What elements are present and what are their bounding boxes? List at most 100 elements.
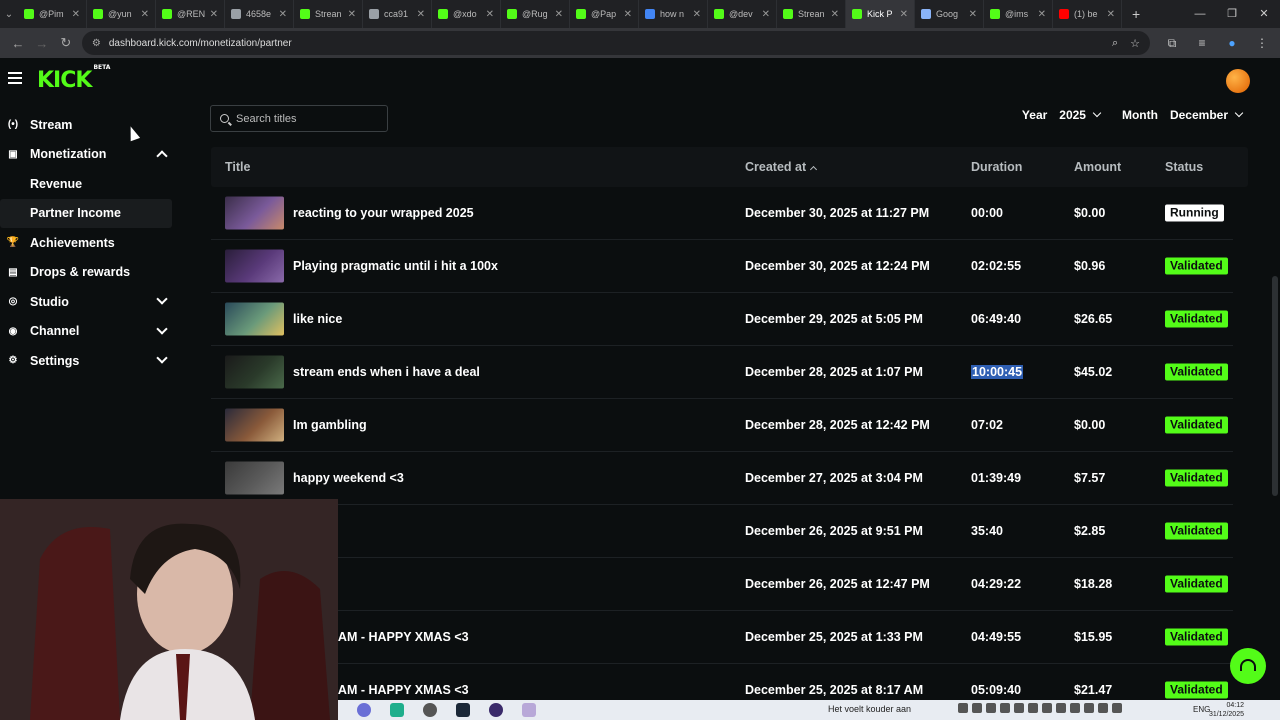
stream-title[interactable]: happy weekend <3: [293, 471, 404, 485]
search-input[interactable]: [236, 112, 376, 125]
taskbar-media-icon[interactable]: [489, 703, 503, 717]
stream-thumbnail[interactable]: [225, 408, 284, 442]
tab-search-icon[interactable]: ⌄: [0, 9, 18, 20]
forward-icon[interactable]: →: [30, 36, 54, 51]
year-select[interactable]: 2025: [1059, 108, 1102, 122]
tray-icon[interactable]: [1014, 703, 1024, 713]
stream-thumbnail[interactable]: [225, 461, 284, 495]
address-bar[interactable]: ⚙ dashboard.kick.com/monetization/partne…: [81, 31, 1150, 55]
month-select[interactable]: December: [1170, 108, 1244, 122]
tab-close-icon[interactable]: ✕: [417, 9, 425, 20]
browser-tab[interactable]: (1) be ✕: [1053, 0, 1122, 28]
sidebar-item-channel[interactable]: ◉ Channel: [0, 317, 180, 347]
stream-thumbnail[interactable]: [225, 355, 284, 389]
support-chat-button[interactable]: [1230, 648, 1266, 684]
sidebar-item-revenue[interactable]: Revenue: [0, 169, 180, 199]
new-tab-button[interactable]: +: [1132, 6, 1140, 22]
tray-icon[interactable]: [958, 703, 968, 713]
table-row[interactable]: reacting to your wrapped 2025 December 30…: [211, 187, 1233, 240]
header-amount[interactable]: Amount: [1074, 160, 1121, 174]
browser-tab[interactable]: @Pim ✕: [18, 0, 87, 28]
minimize-icon[interactable]: —: [1184, 0, 1216, 28]
close-window-icon[interactable]: ✕: [1248, 0, 1280, 28]
browser-tab[interactable]: Strean ✕: [294, 0, 363, 28]
table-row[interactable]: Y STREAM - HAPPY XMAS <3 December 25, 202…: [211, 611, 1233, 664]
browser-tab[interactable]: @xdo ✕: [432, 0, 501, 28]
table-row[interactable]: happy weekend <3 December 27, 2025 at 3:0…: [211, 452, 1233, 505]
media-icon[interactable]: ≡: [1190, 36, 1214, 51]
sidebar-item-achievements[interactable]: 🏆 Achievements: [0, 228, 180, 258]
browser-tab[interactable]: how n ✕: [639, 0, 708, 28]
sidebar-item-studio[interactable]: ◎ Studio: [0, 287, 180, 317]
browser-tab[interactable]: @REN ✕: [156, 0, 225, 28]
tab-close-icon[interactable]: ✕: [72, 9, 80, 20]
tab-close-icon[interactable]: ✕: [762, 9, 770, 20]
header-title[interactable]: Title: [225, 160, 250, 174]
tab-close-icon[interactable]: ✕: [1038, 9, 1046, 20]
header-created-at[interactable]: Created at: [745, 160, 818, 174]
taskbar-settings-icon[interactable]: [423, 703, 437, 717]
chevron-up-icon[interactable]: [156, 149, 168, 162]
sidebar-item-monetization[interactable]: ▣ Monetization: [0, 140, 180, 170]
avatar[interactable]: [1226, 69, 1250, 93]
taskbar-app-icon[interactable]: [390, 703, 404, 717]
table-row[interactable]: stream ends when i have a deal December 2…: [211, 346, 1233, 399]
tab-close-icon[interactable]: ✕: [693, 9, 701, 20]
tab-close-icon[interactable]: ✕: [348, 9, 356, 20]
profile-icon[interactable]: ●: [1220, 36, 1244, 51]
reload-icon[interactable]: ↻: [54, 35, 78, 51]
stream-thumbnail[interactable]: [225, 196, 284, 230]
clock[interactable]: 04:12 31/12/2025: [1209, 701, 1244, 719]
extensions-icon[interactable]: ⧉: [1160, 36, 1184, 51]
browser-tab[interactable]: @yun ✕: [87, 0, 156, 28]
browser-tab[interactable]: cca91 ✕: [363, 0, 432, 28]
browser-tab[interactable]: @Rug ✕: [501, 0, 570, 28]
search-box[interactable]: [210, 105, 388, 132]
tray-icon[interactable]: [986, 703, 996, 713]
stream-title[interactable]: Playing pragmatic until i hit a 100x: [293, 259, 498, 273]
bookmark-star-icon[interactable]: ☆: [1130, 37, 1140, 50]
tab-close-icon[interactable]: ✕: [486, 9, 494, 20]
browser-tab[interactable]: Goog ✕: [915, 0, 984, 28]
weather-text[interactable]: Het voelt kouder aan: [828, 704, 911, 714]
tray-icon[interactable]: [1084, 703, 1094, 713]
stream-title[interactable]: like nice: [293, 312, 342, 326]
page-scrollbar[interactable]: [1272, 276, 1278, 496]
table-row[interactable]: g ?December 26, 2025 at 12:47 PM04:29:22…: [211, 558, 1233, 611]
tray-icon[interactable]: [1000, 703, 1010, 713]
tray-icon[interactable]: [1042, 703, 1052, 713]
stream-title[interactable]: Im gambling: [293, 418, 367, 432]
table-row[interactable]: Playing pragmatic until i hit a 100x Dece…: [211, 240, 1233, 293]
tray-icon[interactable]: [1070, 703, 1080, 713]
tab-close-icon[interactable]: ✕: [900, 9, 908, 20]
menu-icon[interactable]: ⋮: [1250, 36, 1274, 51]
browser-tab[interactable]: Kick P ✕: [846, 0, 915, 28]
stream-title[interactable]: reacting to your wrapped 2025: [293, 206, 474, 220]
browser-tab[interactable]: @Pap ✕: [570, 0, 639, 28]
header-status[interactable]: Status: [1165, 160, 1203, 174]
restore-icon[interactable]: ❐: [1216, 0, 1248, 28]
tray-icon[interactable]: [1056, 703, 1066, 713]
taskbar-app-icon[interactable]: [522, 703, 536, 717]
tab-close-icon[interactable]: ✕: [969, 9, 977, 20]
stream-thumbnail[interactable]: [225, 249, 284, 283]
sidebar-item-partner-income[interactable]: Partner Income: [0, 198, 172, 228]
tray-icon[interactable]: [1098, 703, 1108, 713]
tab-close-icon[interactable]: ✕: [279, 9, 287, 20]
chevron-down-icon[interactable]: [156, 322, 168, 335]
language-indicator[interactable]: ENG: [1193, 705, 1210, 714]
kick-logo[interactable]: KICKBETA: [37, 64, 110, 93]
tray-icon[interactable]: [972, 703, 982, 713]
browser-tab[interactable]: 4658e ✕: [225, 0, 294, 28]
table-row[interactable]: like nice December 29, 2025 at 5:05 PM 06:…: [211, 293, 1233, 346]
table-row[interactable]: Im gambling December 28, 2025 at 12:42 PM…: [211, 399, 1233, 452]
site-info-icon[interactable]: ⚙: [92, 38, 101, 49]
hamburger-menu-icon[interactable]: [8, 72, 22, 87]
stream-title[interactable]: stream ends when i have a deal: [293, 365, 480, 379]
tray-icon[interactable]: [1028, 703, 1038, 713]
tab-close-icon[interactable]: ✕: [141, 9, 149, 20]
tray-icon[interactable]: [1112, 703, 1122, 713]
table-row[interactable]: December 26, 2025 at 9:51 PM 35:40 $2.85 Va…: [211, 505, 1233, 558]
sidebar-item-drops-rewards[interactable]: ▤ Drops & rewards: [0, 258, 180, 288]
tab-close-icon[interactable]: ✕: [831, 9, 839, 20]
